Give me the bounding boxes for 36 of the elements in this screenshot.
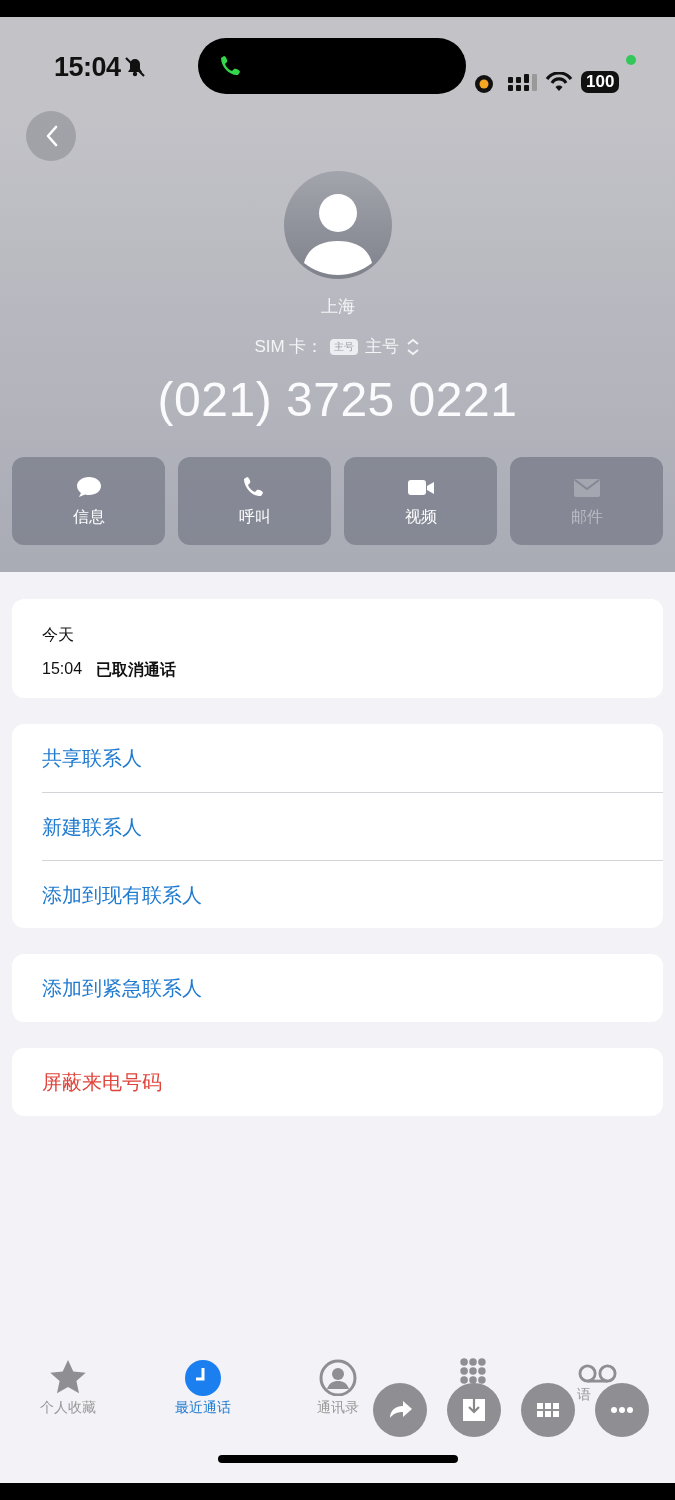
grid-button[interactable]	[521, 1383, 575, 1437]
day-label: 今天	[42, 625, 75, 645]
block-caller-button[interactable]: 屏蔽来电号码	[42, 1048, 663, 1116]
call-time: 15:04	[42, 660, 83, 679]
tab-item[interactable]: 个人收藏	[39, 1358, 96, 1418]
wifi-icon	[545, 72, 573, 92]
call-button[interactable]: 呼叫	[178, 457, 331, 545]
save-button[interactable]	[447, 1383, 501, 1437]
contact-option[interactable]: 添加到紧急联系人	[42, 954, 663, 1022]
battery-level: 100	[581, 71, 620, 93]
recording-indicator-icon	[475, 75, 493, 93]
sim-selector[interactable]: SIM 卡： 主号 主号	[254, 335, 421, 358]
message-button[interactable]: 信息	[12, 457, 165, 545]
up-down-chevron-icon	[406, 337, 421, 356]
clock-time: 15:04	[54, 51, 121, 83]
camera-indicator-icon	[626, 55, 636, 65]
back-button[interactable]	[26, 111, 76, 161]
tab-item[interactable]: 通讯录	[316, 1358, 359, 1418]
tab-item[interactable]: 最近通话	[174, 1358, 231, 1418]
contact-option[interactable]: 共享联系人	[42, 724, 663, 792]
video-button[interactable]: 视频	[344, 457, 497, 545]
sim-badge: 主号	[330, 338, 359, 355]
more-icon	[611, 1407, 633, 1413]
more-button[interactable]	[595, 1383, 649, 1437]
voicemail-icon	[577, 1364, 619, 1383]
contact-location: 上海	[320, 296, 355, 318]
contact-option[interactable]: 添加到现有联系人	[42, 860, 663, 928]
signal-icon	[508, 73, 537, 91]
phone-number: (021) 3725 0221	[157, 372, 518, 427]
chevron-left-icon	[44, 125, 58, 147]
call-status: 已取消通话	[96, 660, 177, 680]
download-icon	[460, 1396, 488, 1424]
share-button[interactable]	[373, 1383, 427, 1437]
clock-icon	[182, 1358, 223, 1396]
tab-label: 语	[577, 1386, 591, 1404]
contact-option[interactable]: 新建联系人	[42, 792, 663, 860]
